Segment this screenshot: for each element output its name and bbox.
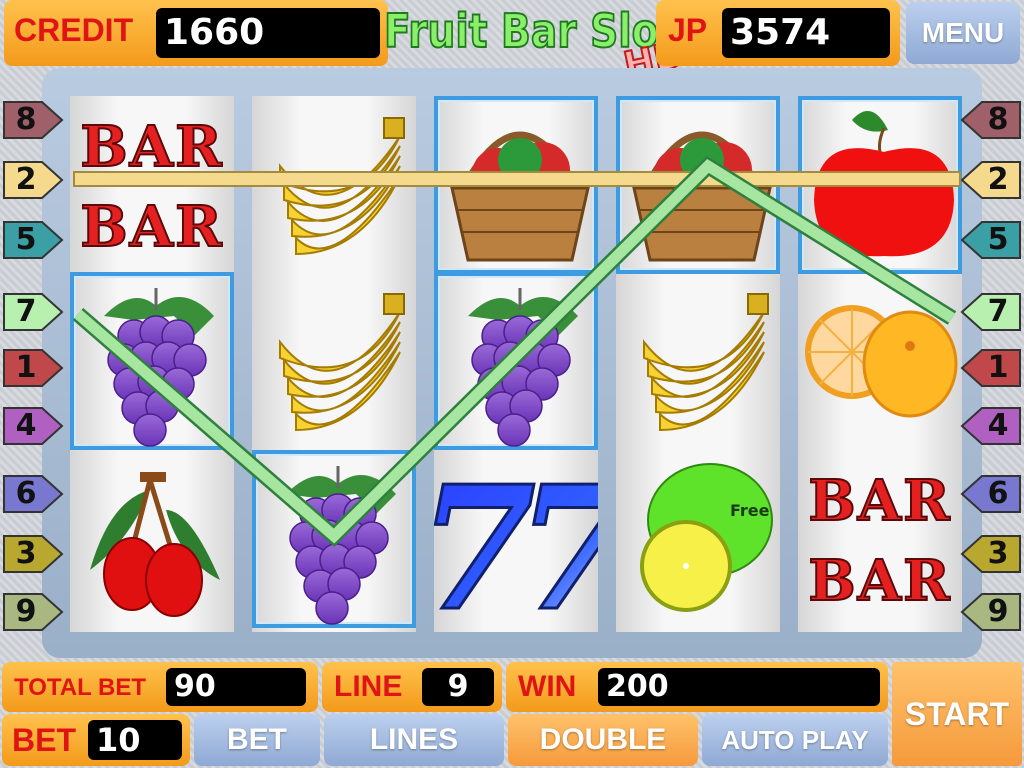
auto-play-button[interactable]: AUTO PLAY <box>702 714 888 766</box>
banana-symbol <box>252 272 416 450</box>
line-9-left-tab: 9 <box>2 590 64 634</box>
line-1-left-tab: 1 <box>2 346 64 390</box>
line-number: 1 <box>15 350 37 385</box>
svg-text:Free: Free <box>730 501 770 520</box>
svg-text:BAR: BAR <box>80 194 223 260</box>
line-number: 2 <box>15 162 37 197</box>
svg-text:BAR: BAR <box>808 548 951 614</box>
seven-symbol: 77 <box>416 448 654 651</box>
line-6-right-tab: 6 <box>960 472 1022 516</box>
orange-symbol <box>798 272 962 450</box>
line-7-left-tab: 7 <box>2 290 64 334</box>
line-number: 8 <box>987 102 1009 137</box>
line-number: 1 <box>987 350 1009 385</box>
jackpot-display: 3574 <box>722 8 890 58</box>
bar-symbol: BAR BAR <box>70 96 234 274</box>
svg-text:77: 77 <box>434 450 598 628</box>
line-number: 6 <box>987 476 1009 511</box>
start-button[interactable]: START <box>892 662 1022 766</box>
line-number: 3 <box>987 536 1009 571</box>
line-number: 4 <box>987 408 1009 443</box>
line-number: 7 <box>15 294 37 329</box>
line-5-left-tab: 5 <box>2 218 64 262</box>
line-1-right-tab: 1 <box>960 346 1022 390</box>
line-3-left-tab: 3 <box>2 532 64 576</box>
total-bet-label: TOTAL BET <box>14 674 146 701</box>
line-4-right-tab: 4 <box>960 404 1022 448</box>
line-8-left-tab: 8 <box>2 98 64 142</box>
line-number: 2 <box>987 162 1009 197</box>
line-number: 4 <box>15 408 37 443</box>
line-number: 7 <box>987 294 1009 329</box>
line-number: 5 <box>987 222 1009 257</box>
line-number: 9 <box>987 594 1009 629</box>
jackpot-label: JP <box>668 12 708 48</box>
line-4-left-tab: 4 <box>2 404 64 448</box>
lines-button[interactable]: LINES <box>324 714 504 766</box>
svg-text:BAR: BAR <box>80 114 223 180</box>
basket-symbol <box>434 96 598 274</box>
bet-button[interactable]: BET <box>194 714 320 766</box>
line-2-right-tab: 2 <box>960 158 1022 202</box>
apple-symbol <box>798 96 962 274</box>
win-label: WIN <box>518 670 577 703</box>
line-number: 3 <box>15 536 37 571</box>
credit-display: 1660 <box>156 8 380 58</box>
grape-symbol <box>434 272 598 450</box>
line-number: 5 <box>15 222 37 257</box>
credit-label: CREDIT <box>14 12 134 48</box>
line-number: 8 <box>15 102 37 137</box>
basket-symbol <box>616 96 780 274</box>
total-bet-display: 90 <box>166 668 306 706</box>
line-6-left-tab: 6 <box>2 472 64 516</box>
bar-symbol: BAR BAR <box>798 450 962 628</box>
line-5-right-tab: 5 <box>960 218 1022 262</box>
line-7-right-tab: 7 <box>960 290 1022 334</box>
lime-symbol: Free <box>616 450 780 628</box>
grape-symbol <box>70 272 234 450</box>
line-display: 9 <box>422 668 494 706</box>
double-button[interactable]: DOUBLE <box>508 714 698 766</box>
win-display: 200 <box>598 668 880 706</box>
grape-symbol <box>252 450 416 628</box>
banana-symbol <box>252 96 416 274</box>
line-number: 6 <box>15 476 37 511</box>
bet-display: 10 <box>88 720 182 760</box>
cherry-symbol <box>70 450 234 628</box>
banana-symbol <box>616 272 780 450</box>
line-8-right-tab: 8 <box>960 98 1022 142</box>
line-3-right-tab: 3 <box>960 532 1022 576</box>
svg-text:BAR: BAR <box>808 468 951 534</box>
menu-button[interactable]: MENU <box>906 2 1020 64</box>
line-number: 9 <box>15 594 37 629</box>
line-9-right-tab: 9 <box>960 590 1022 634</box>
line-2-left-tab: 2 <box>2 158 64 202</box>
line-label: LINE <box>334 670 403 703</box>
bet-label: BET <box>12 722 76 758</box>
